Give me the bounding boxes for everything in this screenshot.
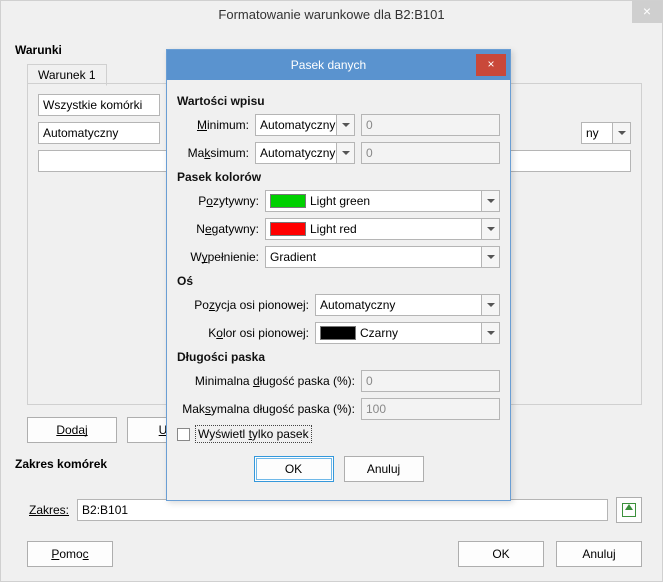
axis-position-combo[interactable]: Automatyczny (315, 294, 500, 316)
maximum-value-input[interactable]: 0 (361, 142, 500, 164)
modal-close-button[interactable]: × (476, 54, 506, 76)
maximum-type-combo[interactable]: Automatyczny (255, 142, 355, 164)
max-length-input[interactable]: 100 (361, 398, 500, 420)
parent-cancel-button[interactable]: Anuluj (556, 541, 642, 567)
color-bar-header: Pasek kolorów (177, 170, 500, 184)
minimum-label: Minimum: (177, 118, 249, 132)
maximum-label: Maksimum: (177, 146, 249, 160)
min-length-input[interactable]: 0 (361, 370, 500, 392)
minimum-type-combo[interactable]: Automatyczny (255, 114, 355, 136)
show-bar-only-label: Wyświetl tylko pasek (196, 426, 311, 442)
cf-parent-dialog: × Formatowanie warunkowe dla B2:B101 War… (0, 0, 663, 582)
fill-combo[interactable]: Gradient (265, 246, 500, 268)
shrink-icon (622, 503, 636, 517)
fill-label: Wypełnienie: (177, 250, 259, 264)
condition-scope-combo[interactable]: Wszystkie komórki (38, 94, 160, 116)
axis-position-label: Pozycja osi pionowej: (177, 298, 309, 312)
range-section-label: Zakres komórek (15, 457, 107, 471)
close-icon[interactable]: × (632, 1, 662, 23)
axis-header: Oś (177, 274, 500, 288)
chevron-down-icon (481, 219, 499, 239)
range-label: Zakres: (29, 503, 69, 517)
range-input[interactable]: B2:B101 (77, 499, 608, 521)
show-bar-only-checkbox[interactable] (177, 428, 190, 441)
minimum-value-input[interactable]: 0 (361, 114, 500, 136)
chevron-down-icon (336, 115, 354, 135)
modal-title-text: Pasek danych (177, 58, 510, 72)
max-length-label: Maksymalna długość paska (%): (177, 402, 355, 416)
chevron-down-icon (612, 123, 630, 143)
negative-color-combo[interactable]: Light red (265, 218, 500, 240)
axis-color-combo[interactable]: Czarny (315, 322, 500, 344)
help-button[interactable]: Pomoc (27, 541, 113, 567)
min-length-label: Minimalna długość paska (%): (177, 374, 355, 388)
add-button[interactable]: Dodaj (27, 417, 117, 443)
shrink-range-button[interactable] (616, 497, 642, 523)
positive-label: Pozytywny: (177, 194, 259, 208)
chevron-down-icon (481, 295, 499, 315)
parent-ok-button[interactable]: OK (458, 541, 544, 567)
warunki-label: Warunki (15, 43, 62, 57)
data-bar-dialog: Pasek danych × Wartości wpisu Minimum: A… (166, 49, 511, 501)
combo-value: ny (586, 126, 599, 140)
chevron-down-icon (336, 143, 354, 163)
condition-auto-combo[interactable]: Automatyczny (38, 122, 160, 144)
axis-color-label: Kolor osi pionowej: (177, 326, 309, 340)
bar-length-header: Długości paska (177, 350, 500, 364)
chevron-down-icon (481, 191, 499, 211)
negative-label: Negatywny: (177, 222, 259, 236)
modal-ok-button[interactable]: OK (254, 456, 334, 482)
positive-color-combo[interactable]: Light green (265, 190, 500, 212)
combo-value: Automatyczny (43, 126, 118, 140)
color-swatch-green (270, 194, 306, 208)
parent-title: Formatowanie warunkowe dla B2:B101 (1, 1, 662, 26)
modal-cancel-button[interactable]: Anuluj (344, 456, 424, 482)
modal-titlebar: Pasek danych × (167, 50, 510, 80)
combo-value: Wszystkie komórki (43, 98, 142, 112)
color-swatch-black (320, 326, 356, 340)
entry-values-header: Wartości wpisu (177, 94, 500, 108)
color-swatch-red (270, 222, 306, 236)
chevron-down-icon (481, 247, 499, 267)
right-mini-combo[interactable]: ny (581, 122, 631, 144)
chevron-down-icon (481, 323, 499, 343)
